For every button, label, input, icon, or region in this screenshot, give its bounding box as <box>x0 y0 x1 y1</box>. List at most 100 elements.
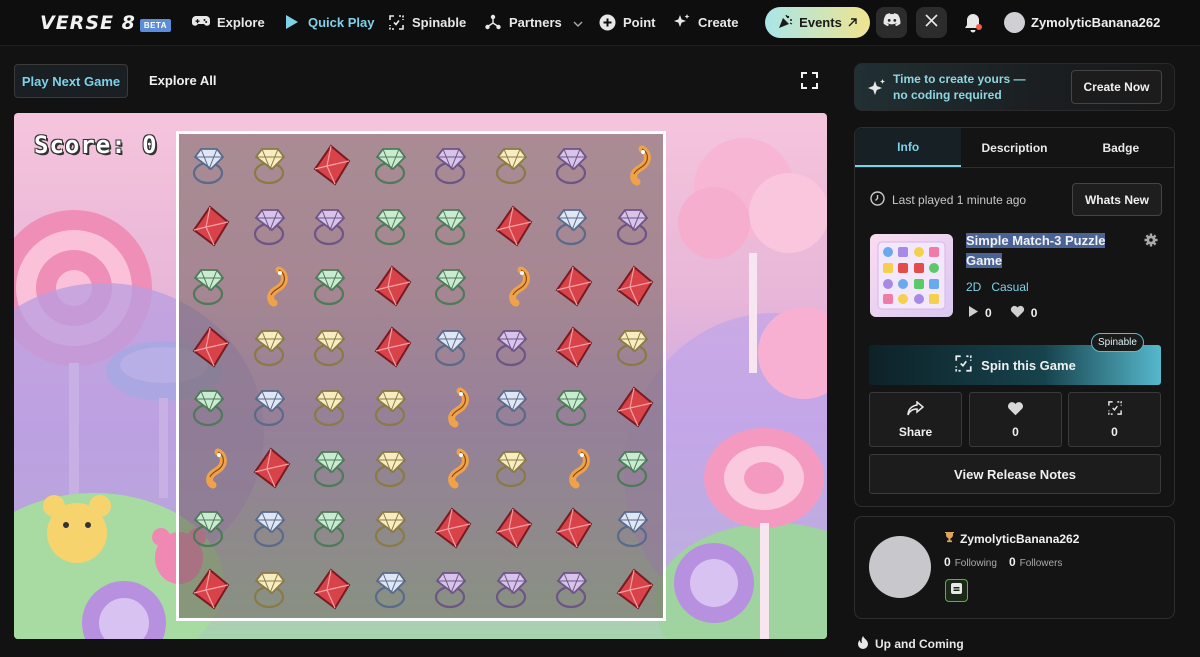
nav-partners[interactable]: Partners <box>484 13 583 31</box>
gem-tile[interactable] <box>605 136 663 194</box>
tag-casual[interactable]: Casual <box>991 280 1028 294</box>
gem-tile[interactable] <box>484 136 542 194</box>
gem-tile[interactable] <box>363 378 421 436</box>
gem-tile[interactable] <box>544 439 602 497</box>
gem-tile[interactable] <box>363 257 421 315</box>
discord-button[interactable] <box>876 7 907 38</box>
play-next-game-button[interactable]: Play Next Game <box>14 64 128 98</box>
gem-tile[interactable] <box>242 499 300 557</box>
logo[interactable]: VERSE 8 BETA <box>40 12 171 34</box>
gem-tile[interactable] <box>181 257 239 315</box>
gem-tile[interactable] <box>302 318 360 376</box>
tab-description[interactable]: Description <box>961 128 1067 167</box>
gem-tile[interactable] <box>484 499 542 557</box>
whats-new-button[interactable]: Whats New <box>1072 183 1162 216</box>
gem-tile[interactable] <box>242 439 300 497</box>
gem-tile[interactable] <box>242 378 300 436</box>
gem-tile[interactable] <box>484 378 542 436</box>
gem-tile[interactable] <box>423 136 481 194</box>
gem-tile[interactable] <box>484 257 542 315</box>
gem-tile[interactable] <box>181 560 239 618</box>
gem-tile[interactable] <box>544 499 602 557</box>
gem-tile[interactable] <box>544 136 602 194</box>
gem-tile[interactable] <box>605 197 663 255</box>
gem-tile[interactable] <box>302 439 360 497</box>
nav-explore[interactable]: Explore <box>192 13 265 31</box>
followers-count: 0 <box>1008 555 1016 569</box>
followers-label[interactable]: Followers <box>1020 558 1063 569</box>
gem-tile[interactable] <box>363 136 421 194</box>
gem-tile[interactable] <box>242 136 300 194</box>
gem-tile[interactable] <box>242 257 300 315</box>
fullscreen-icon[interactable] <box>801 72 818 89</box>
game-canvas[interactable]: Score: 0 <box>14 113 827 639</box>
gem-tile[interactable] <box>242 197 300 255</box>
gem-tile[interactable] <box>302 257 360 315</box>
gem-tile[interactable] <box>605 439 663 497</box>
gem-tile[interactable] <box>302 197 360 255</box>
gem-tile[interactable] <box>484 197 542 255</box>
gem-tile[interactable] <box>423 257 481 315</box>
gem-tile[interactable] <box>423 318 481 376</box>
gem-tile[interactable] <box>484 318 542 376</box>
gem-tile[interactable] <box>242 318 300 376</box>
gem-tile[interactable] <box>484 439 542 497</box>
remix-button[interactable]: 0 <box>1068 392 1161 447</box>
gem-tile[interactable] <box>423 197 481 255</box>
following-label[interactable]: Following <box>955 558 997 569</box>
gem-tile[interactable] <box>181 197 239 255</box>
gear-icon[interactable] <box>1144 233 1158 252</box>
gem-tile[interactable] <box>605 560 663 618</box>
bell-icon[interactable] <box>963 12 983 34</box>
events-button[interactable]: Events <box>765 7 870 38</box>
nav-username[interactable]: ZymolyticBanana262 <box>1031 15 1160 30</box>
gem-tile[interactable] <box>605 318 663 376</box>
gem-tile[interactable] <box>484 560 542 618</box>
gem-tile[interactable] <box>544 257 602 315</box>
gem-tile[interactable] <box>605 499 663 557</box>
gem-tile[interactable] <box>363 318 421 376</box>
nav-quick-play[interactable]: Quick Play <box>283 13 374 31</box>
gem-tile[interactable] <box>302 136 360 194</box>
gem-tile[interactable] <box>544 318 602 376</box>
gem-tile[interactable] <box>181 318 239 376</box>
explore-all-link[interactable]: Explore All <box>149 73 216 88</box>
gem-tile[interactable] <box>181 499 239 557</box>
share-button[interactable]: Share <box>869 392 962 447</box>
gem-tile[interactable] <box>423 560 481 618</box>
nav-spinable[interactable]: Spinable <box>387 13 466 31</box>
gem-tile[interactable] <box>544 378 602 436</box>
tab-info[interactable]: Info <box>855 128 962 167</box>
gem-tile[interactable] <box>544 560 602 618</box>
create-now-button[interactable]: Create Now <box>1071 70 1162 104</box>
gem-tile[interactable] <box>181 378 239 436</box>
gem-tile[interactable] <box>423 378 481 436</box>
gem-tile[interactable] <box>363 197 421 255</box>
gem-tile[interactable] <box>181 439 239 497</box>
gem-tile[interactable] <box>302 378 360 436</box>
gem-tile[interactable] <box>423 439 481 497</box>
view-release-notes-button[interactable]: View Release Notes <box>869 454 1161 494</box>
gem-tile[interactable] <box>363 560 421 618</box>
gem-tile[interactable] <box>423 499 481 557</box>
gem-tile[interactable] <box>302 560 360 618</box>
gem-tile[interactable] <box>544 197 602 255</box>
tab-badge[interactable]: Badge <box>1068 128 1174 167</box>
gem-tile[interactable] <box>363 439 421 497</box>
creator-badge[interactable] <box>945 579 968 602</box>
match3-board[interactable] <box>176 131 666 621</box>
creator-name[interactable]: ZymolyticBanana262 <box>944 531 1079 546</box>
user-avatar[interactable] <box>1004 12 1025 33</box>
tag-2d[interactable]: 2D <box>966 280 981 294</box>
gem-tile[interactable] <box>242 560 300 618</box>
like-button[interactable]: 0 <box>969 392 1062 447</box>
gem-tile[interactable] <box>181 136 239 194</box>
nav-point[interactable]: Point <box>598 13 656 31</box>
x-twitter-button[interactable] <box>916 7 947 38</box>
nav-create[interactable]: Create <box>673 13 738 31</box>
gem-tile[interactable] <box>302 499 360 557</box>
gem-tile[interactable] <box>363 499 421 557</box>
gem-tile[interactable] <box>605 257 663 315</box>
creator-avatar[interactable] <box>869 536 931 598</box>
gem-tile[interactable] <box>605 378 663 436</box>
